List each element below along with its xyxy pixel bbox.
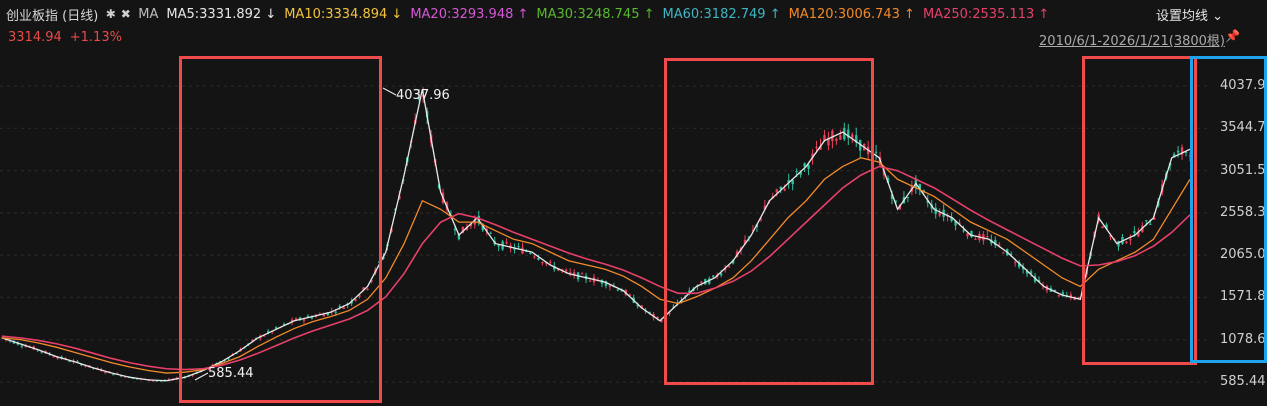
- candle-body: [533, 256, 536, 258]
- candle-body: [986, 236, 989, 238]
- candle-body: [517, 246, 520, 248]
- candle-body: [20, 345, 24, 347]
- candle-body: [970, 230, 973, 238]
- candle-body: [541, 262, 544, 264]
- candle-body: [1002, 252, 1005, 254]
- y-tick-label: 585.44: [1220, 374, 1266, 389]
- candle-body: [962, 230, 965, 232]
- candle-body: [580, 273, 584, 275]
- candle-body: [529, 252, 532, 254]
- candle-body: [505, 242, 508, 244]
- candle-body: [565, 269, 568, 271]
- candle-body: [588, 280, 592, 282]
- candle-body: [616, 289, 620, 291]
- candle-body: [1077, 297, 1080, 299]
- candle-body: [537, 257, 540, 260]
- candle-body: [68, 361, 71, 363]
- candle-body: [906, 196, 910, 198]
- candle-body: [966, 233, 969, 237]
- highlight-box-1: [179, 56, 382, 403]
- candle-body: [1013, 262, 1017, 264]
- candle-body: [104, 372, 107, 374]
- candle-body: [874, 151, 878, 153]
- candle-body: [549, 261, 552, 263]
- candle-body: [974, 238, 977, 240]
- candle-body: [489, 232, 492, 234]
- candle-body: [608, 285, 612, 287]
- candle-body: [112, 374, 115, 376]
- candle-body: [52, 356, 55, 358]
- candle-body: [497, 245, 500, 247]
- candle-body: [1061, 292, 1065, 295]
- highlight-box-3: [1082, 56, 1197, 365]
- candle-body: [1057, 295, 1061, 297]
- candle-body: [938, 213, 941, 216]
- high-label: 4037.96: [396, 88, 450, 103]
- price-axis-highlight-box: [1190, 56, 1267, 363]
- high-arrow: [382, 87, 397, 96]
- highlight-box-2: [664, 58, 874, 385]
